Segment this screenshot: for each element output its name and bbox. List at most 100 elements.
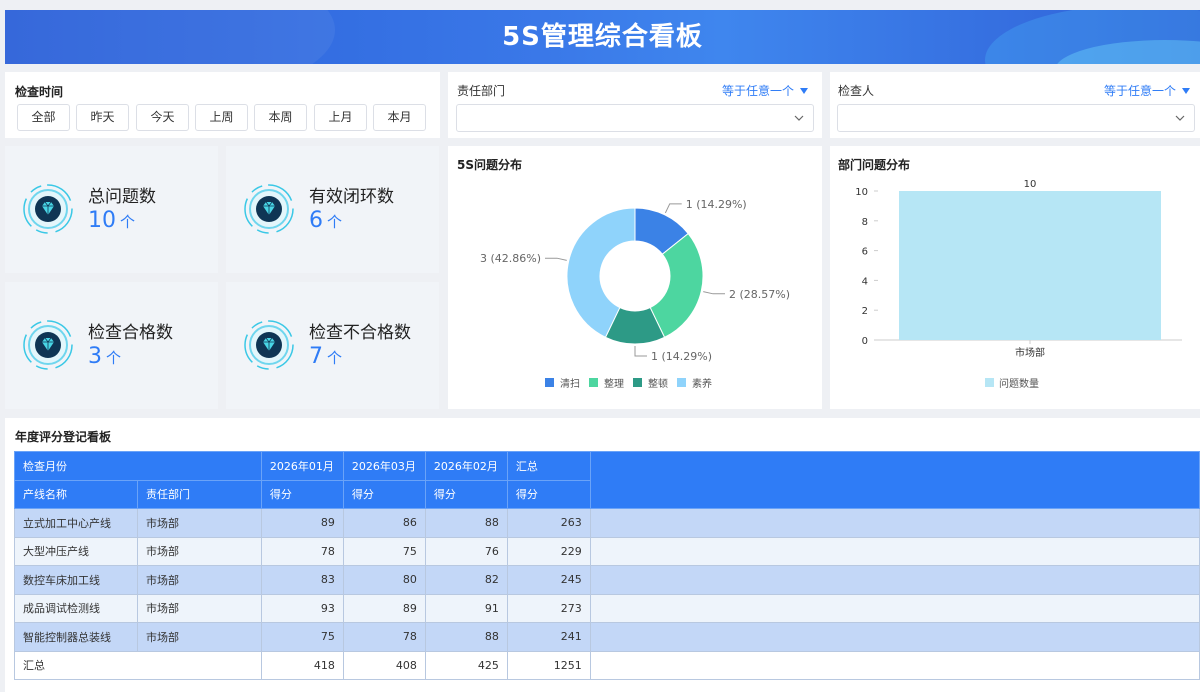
table-cell: 408 xyxy=(342,650,426,680)
table-header-row: 检查月份 2026年01月 2026年03月 2026年02月 汇总 xyxy=(14,451,1200,509)
kpi-number: 6 xyxy=(309,208,323,233)
table-cell: 市场部 xyxy=(136,508,262,538)
pie-chart: 1 (14.29%) 2 (28.57%) 1 (14.29%) 3 (42.86%)… xyxy=(480,198,790,390)
table-cell: 大型冲压产线 xyxy=(14,536,138,566)
table-cell: 93 xyxy=(260,593,344,623)
y-tick-label: 10 xyxy=(855,187,868,198)
table-cell: 76 xyxy=(424,536,508,566)
table-cell: 82 xyxy=(424,565,508,595)
y-tick-label: 8 xyxy=(862,217,868,228)
table-cell: 88 xyxy=(424,508,508,538)
pie-label-line xyxy=(634,346,647,357)
page-header: 5S管理综合看板 xyxy=(5,10,1200,64)
legend-label: 素养 xyxy=(692,377,712,390)
x-tick-label: 市场部 xyxy=(1015,346,1045,359)
inspector-filter-mode-text: 等于任意一个 xyxy=(1103,84,1176,98)
kpi-label: 总问题数 xyxy=(88,187,156,207)
header-cell: 得分 xyxy=(342,479,426,509)
pie-label-line xyxy=(664,203,682,214)
time-button-last-month[interactable]: 上月 xyxy=(314,104,367,131)
time-button-last-week[interactable]: 上周 xyxy=(195,104,248,131)
table-cell: 425 xyxy=(424,650,508,680)
table-cell: 市场部 xyxy=(136,622,262,652)
kpi-unit: 个 xyxy=(120,213,136,231)
table-filler-cell xyxy=(589,508,1200,538)
dept-filter-card: 责任部门 等于任意一个 xyxy=(448,72,822,138)
diamond-badge-icon xyxy=(244,184,294,234)
dept-filter-mode-dropdown[interactable]: 等于任意一个 xyxy=(722,82,808,99)
header-cell: 2026年02月 xyxy=(424,451,508,481)
y-tick-label: 6 xyxy=(862,247,868,258)
table-cell: 88 xyxy=(424,622,508,652)
legend-label: 问题数量 xyxy=(999,377,1039,390)
time-button-today[interactable]: 今天 xyxy=(136,104,189,131)
table-cell: 263 xyxy=(506,508,591,538)
table-cell: 汇总 xyxy=(14,650,262,680)
bar-chart: 0 2 4 6 8 10 10 市场部问题数量 xyxy=(855,179,1182,390)
bar-chart-card: 部门问题分布 0 2 4 6 8 10 10 市场部 问题数量 xyxy=(830,146,1200,409)
kpi-unit: 个 xyxy=(327,213,343,231)
table-row: 立式加工中心产线 市场部 89 86 88 263 xyxy=(14,508,1200,538)
header-cell: 2026年01月 xyxy=(260,451,344,481)
kpi-label: 检查合格数 xyxy=(88,323,173,343)
pie-label-line xyxy=(545,257,567,261)
diamond-badge-icon xyxy=(244,320,294,370)
kpi-number: 10 xyxy=(88,208,116,233)
table-cell: 75 xyxy=(342,536,426,566)
header-cell: 2026年03月 xyxy=(342,451,426,481)
table-cell: 市场部 xyxy=(136,565,262,595)
table-cell: 241 xyxy=(506,622,591,652)
pie-chart-card: 5S问题分布 1 (14.29%) 2 (28.57%) 1 (14.29%) 3 (… xyxy=(448,146,822,409)
inspector-filter-mode-dropdown[interactable]: 等于任意一个 xyxy=(1104,82,1190,99)
table-row: 大型冲压产线 市场部 78 75 76 229 xyxy=(14,536,1200,566)
time-button-yesterday[interactable]: 昨天 xyxy=(76,104,129,131)
table-cell: 市场部 xyxy=(136,536,262,566)
time-button-this-month[interactable]: 本月 xyxy=(373,104,426,131)
table-cell: 273 xyxy=(506,593,591,623)
inspector-filter-label: 检查人 xyxy=(838,84,875,98)
legend-label: 整理 xyxy=(604,377,624,390)
kpi-value: 10 个 xyxy=(88,208,135,233)
bar xyxy=(899,191,1161,340)
pie-label-line xyxy=(703,291,725,295)
table-row: 数控车床加工线 市场部 83 80 82 245 xyxy=(14,565,1200,595)
pie-data-label: 1 (14.29%) xyxy=(686,198,747,211)
dept-select[interactable] xyxy=(456,104,814,132)
legend-swatch xyxy=(589,378,598,387)
chevron-down-icon xyxy=(1175,115,1185,121)
time-button-this-week[interactable]: 本周 xyxy=(254,104,307,131)
time-button-all[interactable]: 全部 xyxy=(17,104,70,131)
table-cell: 80 xyxy=(342,565,426,595)
table-cell: 1251 xyxy=(506,650,591,680)
legend-swatch xyxy=(545,378,554,387)
kpi-value: 6个 xyxy=(309,208,342,233)
kpi-value: 7个 xyxy=(309,344,342,369)
bar-data-label: 10 xyxy=(1024,179,1037,190)
kpi-value: 3个 xyxy=(88,344,121,369)
header-cell: 汇总 xyxy=(506,451,591,481)
score-table-title: 年度评分登记看板 xyxy=(15,430,112,444)
table-filler-cell xyxy=(589,536,1200,566)
table-row: 智能控制器总装线 市场部 75 78 88 241 xyxy=(14,622,1200,652)
table-filler-cell xyxy=(589,650,1200,680)
kpi-number: 3 xyxy=(88,344,102,369)
kpi-unit: 个 xyxy=(106,349,122,367)
legend-swatch xyxy=(677,378,686,387)
table-filler-cell xyxy=(589,565,1200,595)
header-cell: 产线名称 xyxy=(14,479,138,509)
legend-swatch xyxy=(633,378,642,387)
table-filler-cell xyxy=(589,622,1200,652)
table-cell: 市场部 xyxy=(136,593,262,623)
inspector-filter-card: 检查人 等于任意一个 xyxy=(830,72,1200,138)
table-filler-cell xyxy=(589,593,1200,623)
table-cell: 78 xyxy=(260,536,344,566)
time-filter-label: 检查时间 xyxy=(15,85,64,99)
kpi-card-fail: 检查不合格数 7个 xyxy=(226,282,439,409)
legend-label: 清扫 xyxy=(560,377,580,390)
diamond-badge-icon xyxy=(23,320,73,370)
inspector-select[interactable] xyxy=(837,104,1195,132)
chevron-down-icon xyxy=(794,115,804,121)
kpi-label: 有效闭环数 xyxy=(309,187,394,207)
table-cell: 89 xyxy=(260,508,344,538)
legend-label: 整顿 xyxy=(648,377,668,390)
